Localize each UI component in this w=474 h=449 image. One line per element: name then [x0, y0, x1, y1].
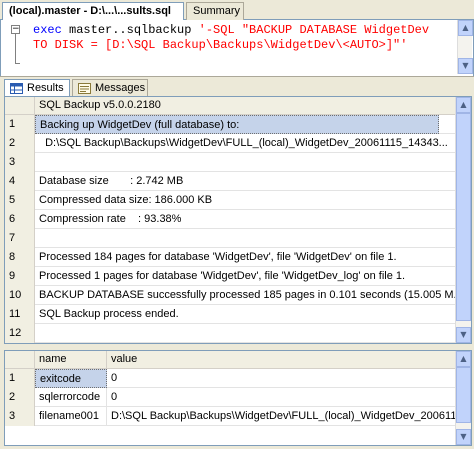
procedure-name: master..sqlbackup	[61, 23, 199, 37]
table-row: 10 BACKUP DATABASE successfully processe…	[5, 286, 471, 305]
grid2-scrollbar[interactable]: ▲ ▼	[455, 351, 471, 445]
row-number[interactable]: 3	[5, 407, 35, 426]
row-number[interactable]: 2	[5, 388, 35, 407]
sql-string-part1: '-SQL "BACKUP DATABASE WidgetDev	[198, 23, 430, 37]
row-number[interactable]: 11	[5, 305, 35, 324]
scroll-thumb[interactable]	[456, 367, 471, 423]
sql-editor[interactable]: − exec master..sqlbackup '-SQL "BACKUP D…	[0, 20, 474, 76]
table-row: 6 Compression rate : 93.38%	[5, 210, 471, 229]
name-cell[interactable]: filename001	[35, 407, 107, 426]
tab-query-document[interactable]: (local).master - D:\...\...sults.sql	[2, 2, 184, 21]
tab-messages-label: Messages	[95, 82, 146, 94]
row-number[interactable]: 8	[5, 248, 35, 267]
row-number[interactable]: 4	[5, 172, 35, 191]
results-grid-2[interactable]: name value 1 exitcode 0 2 sqlerrorcode 0…	[4, 350, 472, 446]
messages-icon	[78, 83, 91, 94]
value-cell[interactable]: 0	[107, 388, 456, 407]
row-number[interactable]: 5	[5, 191, 35, 210]
grid1-scrollbar[interactable]: ▲ ▼	[455, 97, 471, 343]
scroll-down-icon[interactable]: ▼	[456, 327, 471, 343]
row-number[interactable]: 3	[5, 153, 35, 172]
value-cell[interactable]: D:\SQL Backup\Backups\WidgetDev\FULL_(lo…	[107, 407, 456, 426]
scroll-down-icon[interactable]: ▼	[456, 429, 471, 445]
table-row: 3	[5, 153, 471, 172]
row-number[interactable]: 1	[5, 115, 35, 134]
result-tab-bar: Results Messages	[0, 76, 474, 98]
editor-scrollbar[interactable]: ▲ ▼	[457, 20, 473, 74]
row-number[interactable]: 7	[5, 229, 35, 248]
grid-cell[interactable]: Database size : 2.742 MB	[35, 172, 456, 191]
table-row: 2 sqlerrorcode 0	[5, 388, 471, 407]
table-row: 4 Database size : 2.742 MB	[5, 172, 471, 191]
grid-header: name value	[5, 351, 471, 369]
outline-line	[15, 34, 16, 64]
document-tab-bar: (local).master - D:\...\...sults.sql Sum…	[0, 0, 474, 21]
sql-string-part2: TO DISK = [D:\SQL Backup\Backups\WidgetD…	[33, 38, 408, 52]
scroll-up-icon[interactable]: ▲	[458, 20, 473, 36]
grid-header: SQL Backup v5.0.0.2180	[5, 97, 471, 115]
row-number[interactable]: 1	[5, 369, 35, 388]
scroll-up-icon[interactable]: ▲	[456, 97, 471, 113]
table-row: 1 Backing up WidgetDev (full database) t…	[5, 115, 471, 134]
row-number[interactable]: 6	[5, 210, 35, 229]
grid-cell[interactable]: Compression rate : 93.38%	[35, 210, 456, 229]
results-grid-1[interactable]: SQL Backup v5.0.0.2180 1 Backing up Widg…	[4, 96, 472, 344]
value-cell[interactable]: 0	[107, 369, 456, 388]
scroll-up-icon[interactable]: ▲	[456, 351, 471, 367]
column-header-value[interactable]: value	[107, 351, 456, 369]
row-number[interactable]: 9	[5, 267, 35, 286]
table-row: 2 D:\SQL Backup\Backups\WidgetDev\FULL_(…	[5, 134, 471, 153]
keyword-exec: exec	[33, 23, 62, 37]
row-number[interactable]: 10	[5, 286, 35, 305]
tab-results-label: Results	[27, 82, 64, 94]
outline-end	[15, 63, 20, 64]
table-row: 7	[5, 229, 471, 248]
column-header-sqlbackup[interactable]: SQL Backup v5.0.0.2180	[35, 97, 456, 115]
grid-cell[interactable]: Processed 1 pages for database 'WidgetDe…	[35, 267, 456, 286]
grid-cell[interactable]: Compressed data size: 186.000 KB	[35, 191, 456, 210]
table-row: 1 exitcode 0	[5, 369, 471, 388]
row-number[interactable]: 2	[5, 134, 35, 153]
name-cell[interactable]: exitcode	[35, 369, 107, 388]
grid-cell[interactable]: BACKUP DATABASE successfully processed 1…	[35, 286, 456, 305]
table-row: 3 filename001 D:\SQL Backup\Backups\Widg…	[5, 407, 471, 426]
grid-icon	[10, 83, 23, 94]
table-row: 12	[5, 324, 471, 343]
grid-cell[interactable]: Backing up WidgetDev (full database) to:	[35, 115, 439, 134]
table-row: 9 Processed 1 pages for database 'Widget…	[5, 267, 471, 286]
row-number[interactable]: 12	[5, 324, 35, 343]
tab-summary[interactable]: Summary	[186, 2, 244, 20]
grid-cell[interactable]	[35, 153, 456, 172]
table-row: 8 Processed 184 pages for database 'Widg…	[5, 248, 471, 267]
editor-line-2: TO DISK = [D:\SQL Backup\Backups\WidgetD…	[33, 38, 407, 53]
table-row: 11 SQL Backup process ended.	[5, 305, 471, 324]
corner-cell	[5, 97, 35, 115]
grid-cell[interactable]: Processed 184 pages for database 'Widget…	[35, 248, 456, 267]
column-header-name[interactable]: name	[35, 351, 107, 369]
corner-cell	[5, 351, 35, 369]
grid-cell[interactable]	[35, 229, 456, 248]
grid-cell[interactable]: SQL Backup process ended.	[35, 305, 456, 324]
tab-messages[interactable]: Messages	[72, 79, 148, 97]
grid-cell[interactable]: D:\SQL Backup\Backups\WidgetDev\FULL_(lo…	[35, 134, 456, 153]
scroll-thumb[interactable]	[456, 113, 471, 321]
collapse-icon[interactable]: −	[11, 25, 20, 34]
editor-line-1: exec master..sqlbackup '-SQL "BACKUP DAT…	[33, 23, 429, 38]
name-cell[interactable]: sqlerrorcode	[35, 388, 107, 407]
scroll-down-icon[interactable]: ▼	[458, 58, 473, 74]
grid-cell[interactable]	[35, 324, 456, 343]
table-row: 5 Compressed data size: 186.000 KB	[5, 191, 471, 210]
